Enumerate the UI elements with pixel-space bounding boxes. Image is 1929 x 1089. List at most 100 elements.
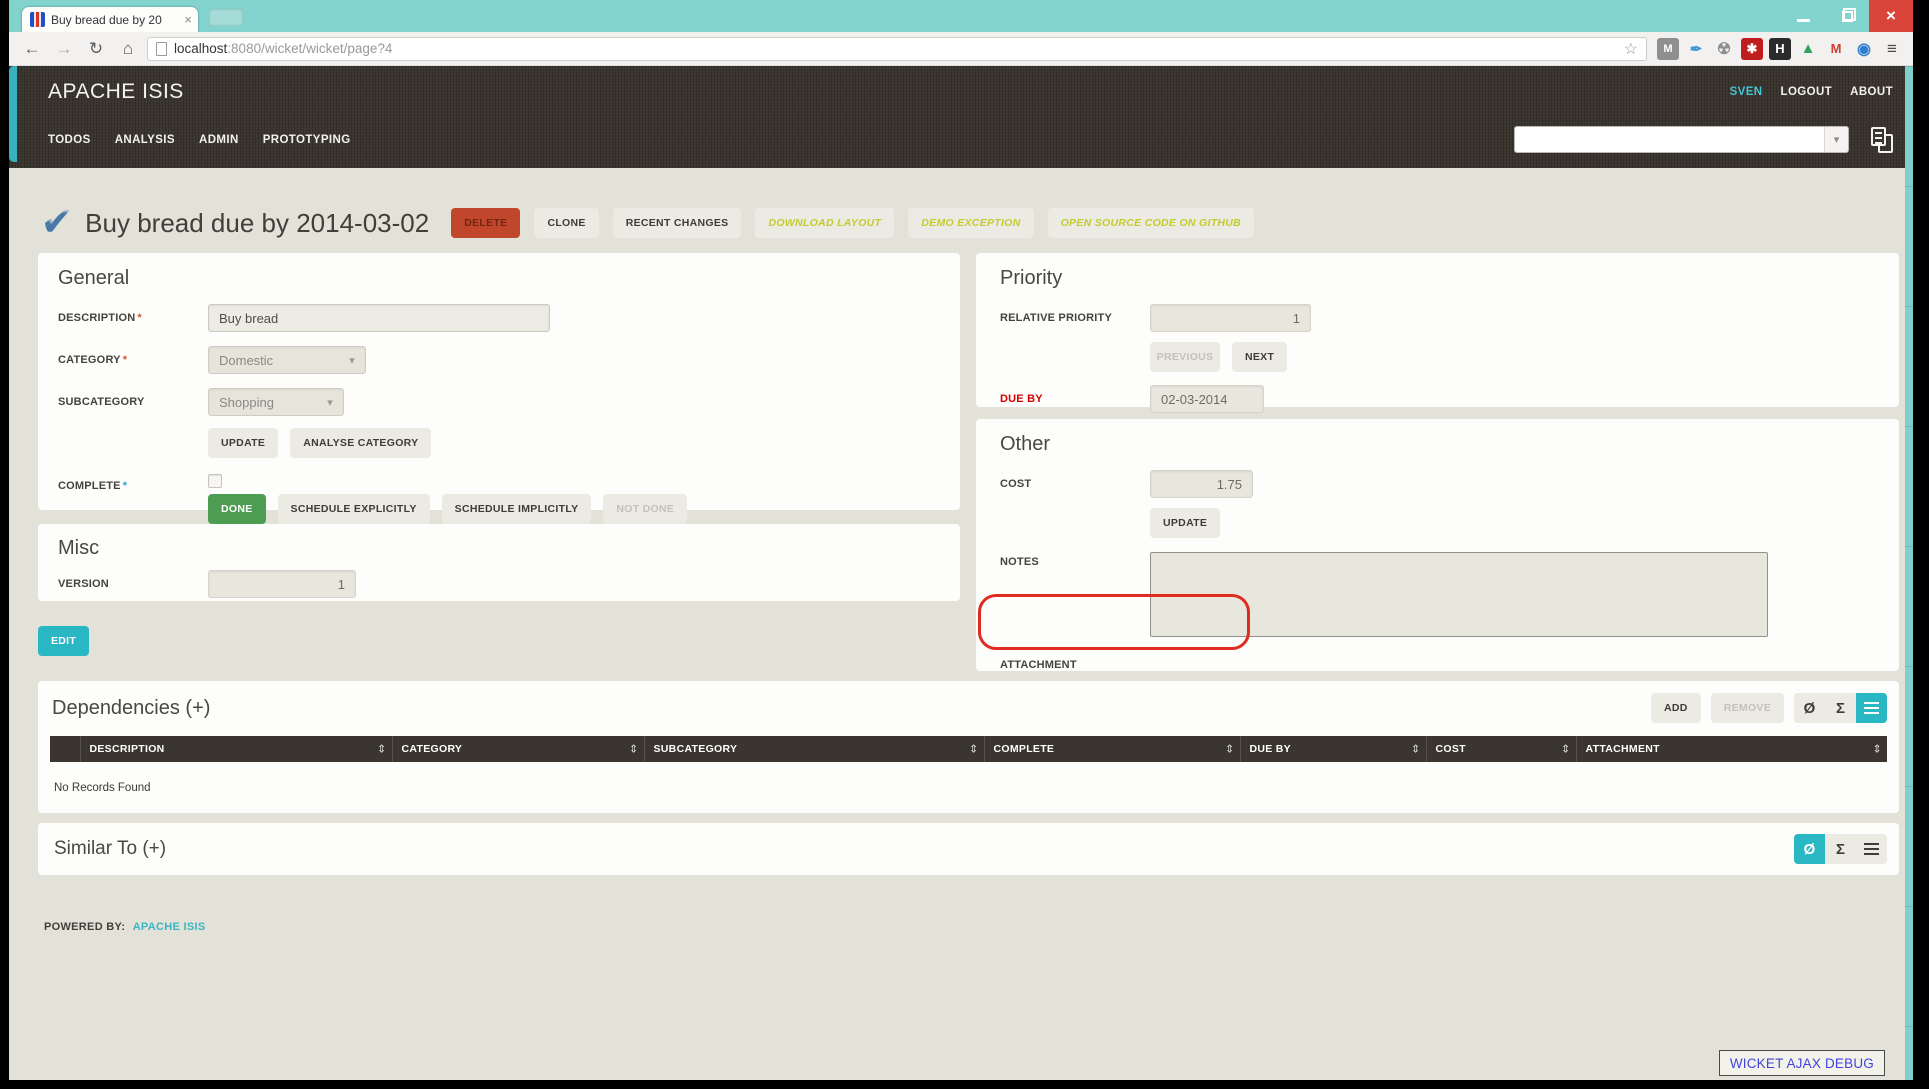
sort-icon: ⇕ [1411, 743, 1421, 756]
subcategory-select[interactable]: Shopping ▾ [208, 388, 344, 416]
other-panel: Other COST 1.75 UPDATE NOTES [976, 419, 1899, 671]
radiation-extension-icon[interactable]: ☢ [1713, 38, 1735, 60]
bookmark-star-icon[interactable]: ☆ [1624, 39, 1638, 59]
minimize-button[interactable] [1781, 0, 1825, 32]
window-controls: × [1781, 0, 1913, 32]
cost-label: COST [1000, 478, 1150, 490]
analyse-category-button[interactable]: ANALYSE CATEGORY [290, 428, 431, 458]
new-tab-button[interactable] [209, 9, 243, 26]
required-marker: * [123, 354, 127, 366]
dependencies-view-switcher: Ø Σ [1794, 693, 1887, 723]
wicket-ajax-debug-link[interactable]: WICKET AJAX DEBUG [1719, 1050, 1885, 1076]
column-attachment[interactable]: ATTACHMENT⇕ [1576, 736, 1887, 762]
navbar-accent-tab [9, 66, 17, 162]
page-title: Buy bread due by 2014-03-02 [85, 208, 429, 239]
menu-prototyping[interactable]: PROTOTYPING [263, 134, 351, 146]
demo-exception-button[interactable]: DEMO EXCEPTION [908, 208, 1033, 238]
menu-admin[interactable]: ADMIN [199, 134, 239, 146]
hide-view-icon[interactable]: Ø [1794, 693, 1825, 723]
m-extension-icon[interactable]: M [1657, 38, 1679, 60]
column-subcategory[interactable]: SUBCATEGORY⇕ [644, 736, 984, 762]
copy-pages-icon[interactable] [1871, 127, 1893, 153]
lastpass-extension-icon[interactable]: ✱ [1741, 38, 1763, 60]
column-category[interactable]: CATEGORY⇕ [392, 736, 644, 762]
home-icon[interactable]: ⌂ [115, 39, 141, 59]
user-link[interactable]: SVEN [1730, 86, 1763, 98]
summary-view-icon[interactable]: Σ [1825, 693, 1856, 723]
title-row: ✔ Buy bread due by 2014-03-02 DELETE CLO… [38, 200, 1899, 246]
chevron-down-icon[interactable]: ▾ [1824, 127, 1848, 152]
feather-extension-icon[interactable]: ✒ [1685, 38, 1707, 60]
menu-analysis[interactable]: ANALYSIS [115, 134, 175, 146]
not-done-button[interactable]: NOT DONE [603, 494, 687, 524]
notes-label: NOTES [1000, 556, 1150, 568]
apache-isis-link[interactable]: APACHE ISIS [133, 921, 206, 933]
update-category-button[interactable]: UPDATE [208, 428, 278, 458]
description-label: DESCRIPTION* [58, 312, 208, 324]
menu-todos[interactable]: TODOS [48, 134, 91, 146]
empty-table-message: No Records Found [50, 762, 1887, 794]
schedule-implicitly-button[interactable]: SCHEDULE IMPLICITLY [442, 494, 592, 524]
column-due-by[interactable]: DUE BY⇕ [1240, 736, 1426, 762]
priority-heading: Priority [1000, 267, 1875, 290]
update-cost-button[interactable]: UPDATE [1150, 508, 1220, 538]
schedule-explicitly-button[interactable]: SCHEDULE EXPLICITLY [278, 494, 430, 524]
logout-link[interactable]: LOGOUT [1781, 86, 1833, 98]
gmail-extension-icon[interactable]: M [1825, 38, 1847, 60]
about-link[interactable]: ABOUT [1850, 86, 1893, 98]
relative-priority-input[interactable]: 1 [1150, 304, 1311, 332]
browser-tab[interactable]: Buy bread due by 20 × [22, 7, 198, 32]
select-all-column[interactable] [50, 736, 80, 762]
add-button[interactable]: ADD [1651, 693, 1701, 723]
next-button[interactable]: NEXT [1232, 342, 1287, 372]
column-description[interactable]: DESCRIPTION⇕ [80, 736, 392, 762]
scrollbar-strip[interactable] [1905, 66, 1913, 1080]
extension-row: M ✒ ☢ ✱ H ▲ M ◉ ≡ [1657, 38, 1903, 60]
list-view-icon[interactable] [1856, 834, 1887, 864]
close-button[interactable]: × [1869, 0, 1913, 32]
complete-label: COMPLETE* [58, 480, 208, 492]
hootsuite-extension-icon[interactable]: H [1769, 38, 1791, 60]
category-select[interactable]: Domestic ▾ [208, 346, 366, 374]
clone-button[interactable]: CLONE [534, 208, 598, 238]
back-icon[interactable]: ← [19, 39, 45, 59]
sort-icon: ⇕ [1561, 743, 1571, 756]
aperture-extension-icon[interactable]: ◉ [1853, 38, 1875, 60]
column-complete[interactable]: COMPLETE⇕ [984, 736, 1240, 762]
due-by-label: DUE BY [1000, 393, 1150, 405]
complete-checkbox[interactable] [208, 474, 222, 488]
edit-button[interactable]: EDIT [38, 626, 89, 656]
remove-button[interactable]: REMOVE [1711, 693, 1784, 723]
browser-menu-icon[interactable]: ≡ [1881, 38, 1903, 60]
global-search-combo[interactable]: ▾ [1514, 126, 1849, 153]
done-button[interactable]: DONE [208, 494, 266, 524]
page-content: ✔ Buy bread due by 2014-03-02 DELETE CLO… [9, 168, 1913, 933]
open-source-code-button[interactable]: OPEN SOURCE CODE ON GITHUB [1048, 208, 1254, 238]
misc-heading: Misc [58, 537, 940, 560]
recent-changes-button[interactable]: RECENT CHANGES [613, 208, 742, 238]
summary-view-icon[interactable]: Σ [1825, 834, 1856, 864]
column-cost[interactable]: COST⇕ [1426, 736, 1576, 762]
url-bar[interactable]: localhost:8080/wicket/wicket/page?4 ☆ [147, 37, 1647, 61]
description-input[interactable]: Buy bread [208, 304, 550, 332]
version-input[interactable]: 1 [208, 570, 356, 598]
url-text: localhost:8080/wicket/wicket/page?4 [174, 41, 1617, 56]
app-brand: APACHE ISIS [48, 80, 184, 104]
similar-to-panel: Similar To (+) Ø Σ [38, 823, 1899, 875]
browser-toolbar: ← → ↻ ⌂ localhost:8080/wicket/wicket/pag… [9, 32, 1913, 66]
cost-input[interactable]: 1.75 [1150, 470, 1253, 498]
refresh-icon[interactable]: ↻ [83, 39, 109, 59]
browser-window: Buy bread due by 20 × × ← → ↻ ⌂ localhos… [9, 0, 1913, 1080]
restore-button[interactable] [1825, 0, 1869, 32]
tab-close-icon[interactable]: × [184, 12, 192, 27]
download-layout-button[interactable]: DOWNLOAD LAYOUT [755, 208, 894, 238]
google-drive-extension-icon[interactable]: ▲ [1797, 38, 1819, 60]
hide-view-icon[interactable]: Ø [1794, 834, 1825, 864]
previous-button[interactable]: PREVIOUS [1150, 342, 1220, 372]
due-by-input[interactable]: 02-03-2014 [1150, 385, 1264, 413]
forward-icon[interactable]: → [51, 39, 77, 59]
delete-button[interactable]: DELETE [451, 208, 520, 238]
sort-icon: ⇕ [1872, 743, 1882, 756]
list-view-icon[interactable] [1856, 693, 1887, 723]
search-input[interactable] [1515, 127, 1824, 152]
